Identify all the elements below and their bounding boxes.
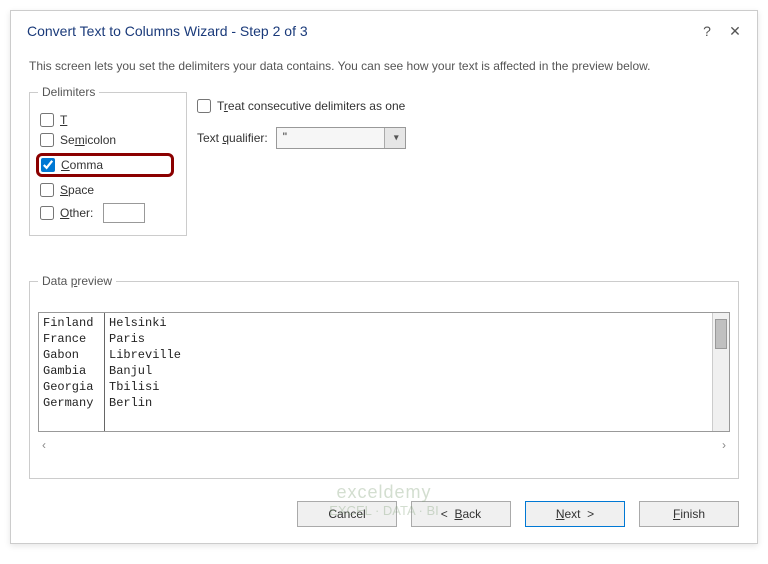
next-button[interactable]: Next >: [525, 501, 625, 527]
delimiter-tab-checkbox[interactable]: [40, 113, 54, 127]
delimiter-comma[interactable]: Comma: [41, 158, 103, 172]
treat-consecutive[interactable]: Treat consecutive delimiters as one: [197, 99, 406, 113]
finish-button[interactable]: Finish: [639, 501, 739, 527]
delimiter-space[interactable]: Space: [40, 183, 174, 197]
delimiter-semicolon[interactable]: Semicolon: [40, 133, 174, 147]
delimiter-other-checkbox[interactable]: [40, 206, 54, 220]
scroll-left-icon[interactable]: ‹: [42, 438, 46, 452]
close-icon[interactable]: ✕: [721, 19, 749, 43]
comma-highlight: Comma: [36, 153, 174, 177]
delimiter-tab[interactable]: T: [40, 113, 174, 127]
data-preview-fieldset: Data preview Finland France Gabon Gambia…: [29, 274, 739, 479]
wizard-dialog: Convert Text to Columns Wizard - Step 2 …: [10, 10, 758, 544]
button-row: Cancel < Back Next > Finish: [11, 487, 757, 543]
preview-grid: Finland France Gabon Gambia Georgia Germ…: [38, 312, 730, 432]
back-button[interactable]: < Back: [411, 501, 511, 527]
scroll-thumb[interactable]: [715, 319, 727, 349]
delimiter-other[interactable]: Other:: [40, 203, 174, 223]
text-qualifier-value: ": [283, 130, 287, 144]
chevron-down-icon: ▾: [394, 133, 399, 144]
help-icon[interactable]: ?: [693, 19, 721, 43]
delimiter-space-checkbox[interactable]: [40, 183, 54, 197]
dialog-title: Convert Text to Columns Wizard - Step 2 …: [27, 23, 693, 39]
intro-text: This screen lets you set the delimiters …: [29, 59, 739, 73]
horizontal-scrollbar[interactable]: ‹ ›: [38, 438, 730, 452]
delimiters-fieldset: Delimiters T Semicolon Comma: [29, 85, 187, 236]
delimiters-legend: Delimiters: [38, 85, 99, 99]
scroll-right-icon[interactable]: ›: [722, 438, 726, 452]
delimiter-other-input[interactable]: [103, 203, 145, 223]
text-qualifier-select[interactable]: " ▾: [276, 127, 406, 149]
text-qualifier-label: Text qualifier:: [197, 131, 268, 145]
treat-consecutive-checkbox[interactable]: [197, 99, 211, 113]
delimiter-comma-checkbox[interactable]: [41, 158, 55, 172]
preview-column-a: Finland France Gabon Gambia Georgia Germ…: [39, 313, 105, 431]
vertical-scrollbar[interactable]: [712, 313, 729, 431]
title-bar: Convert Text to Columns Wizard - Step 2 …: [11, 11, 757, 51]
delimiter-semicolon-checkbox[interactable]: [40, 133, 54, 147]
preview-column-b: Helsinki Paris Libreville Banjul Tbilisi…: [105, 313, 729, 431]
cancel-button[interactable]: Cancel: [297, 501, 397, 527]
data-preview-legend: Data preview: [38, 274, 116, 288]
